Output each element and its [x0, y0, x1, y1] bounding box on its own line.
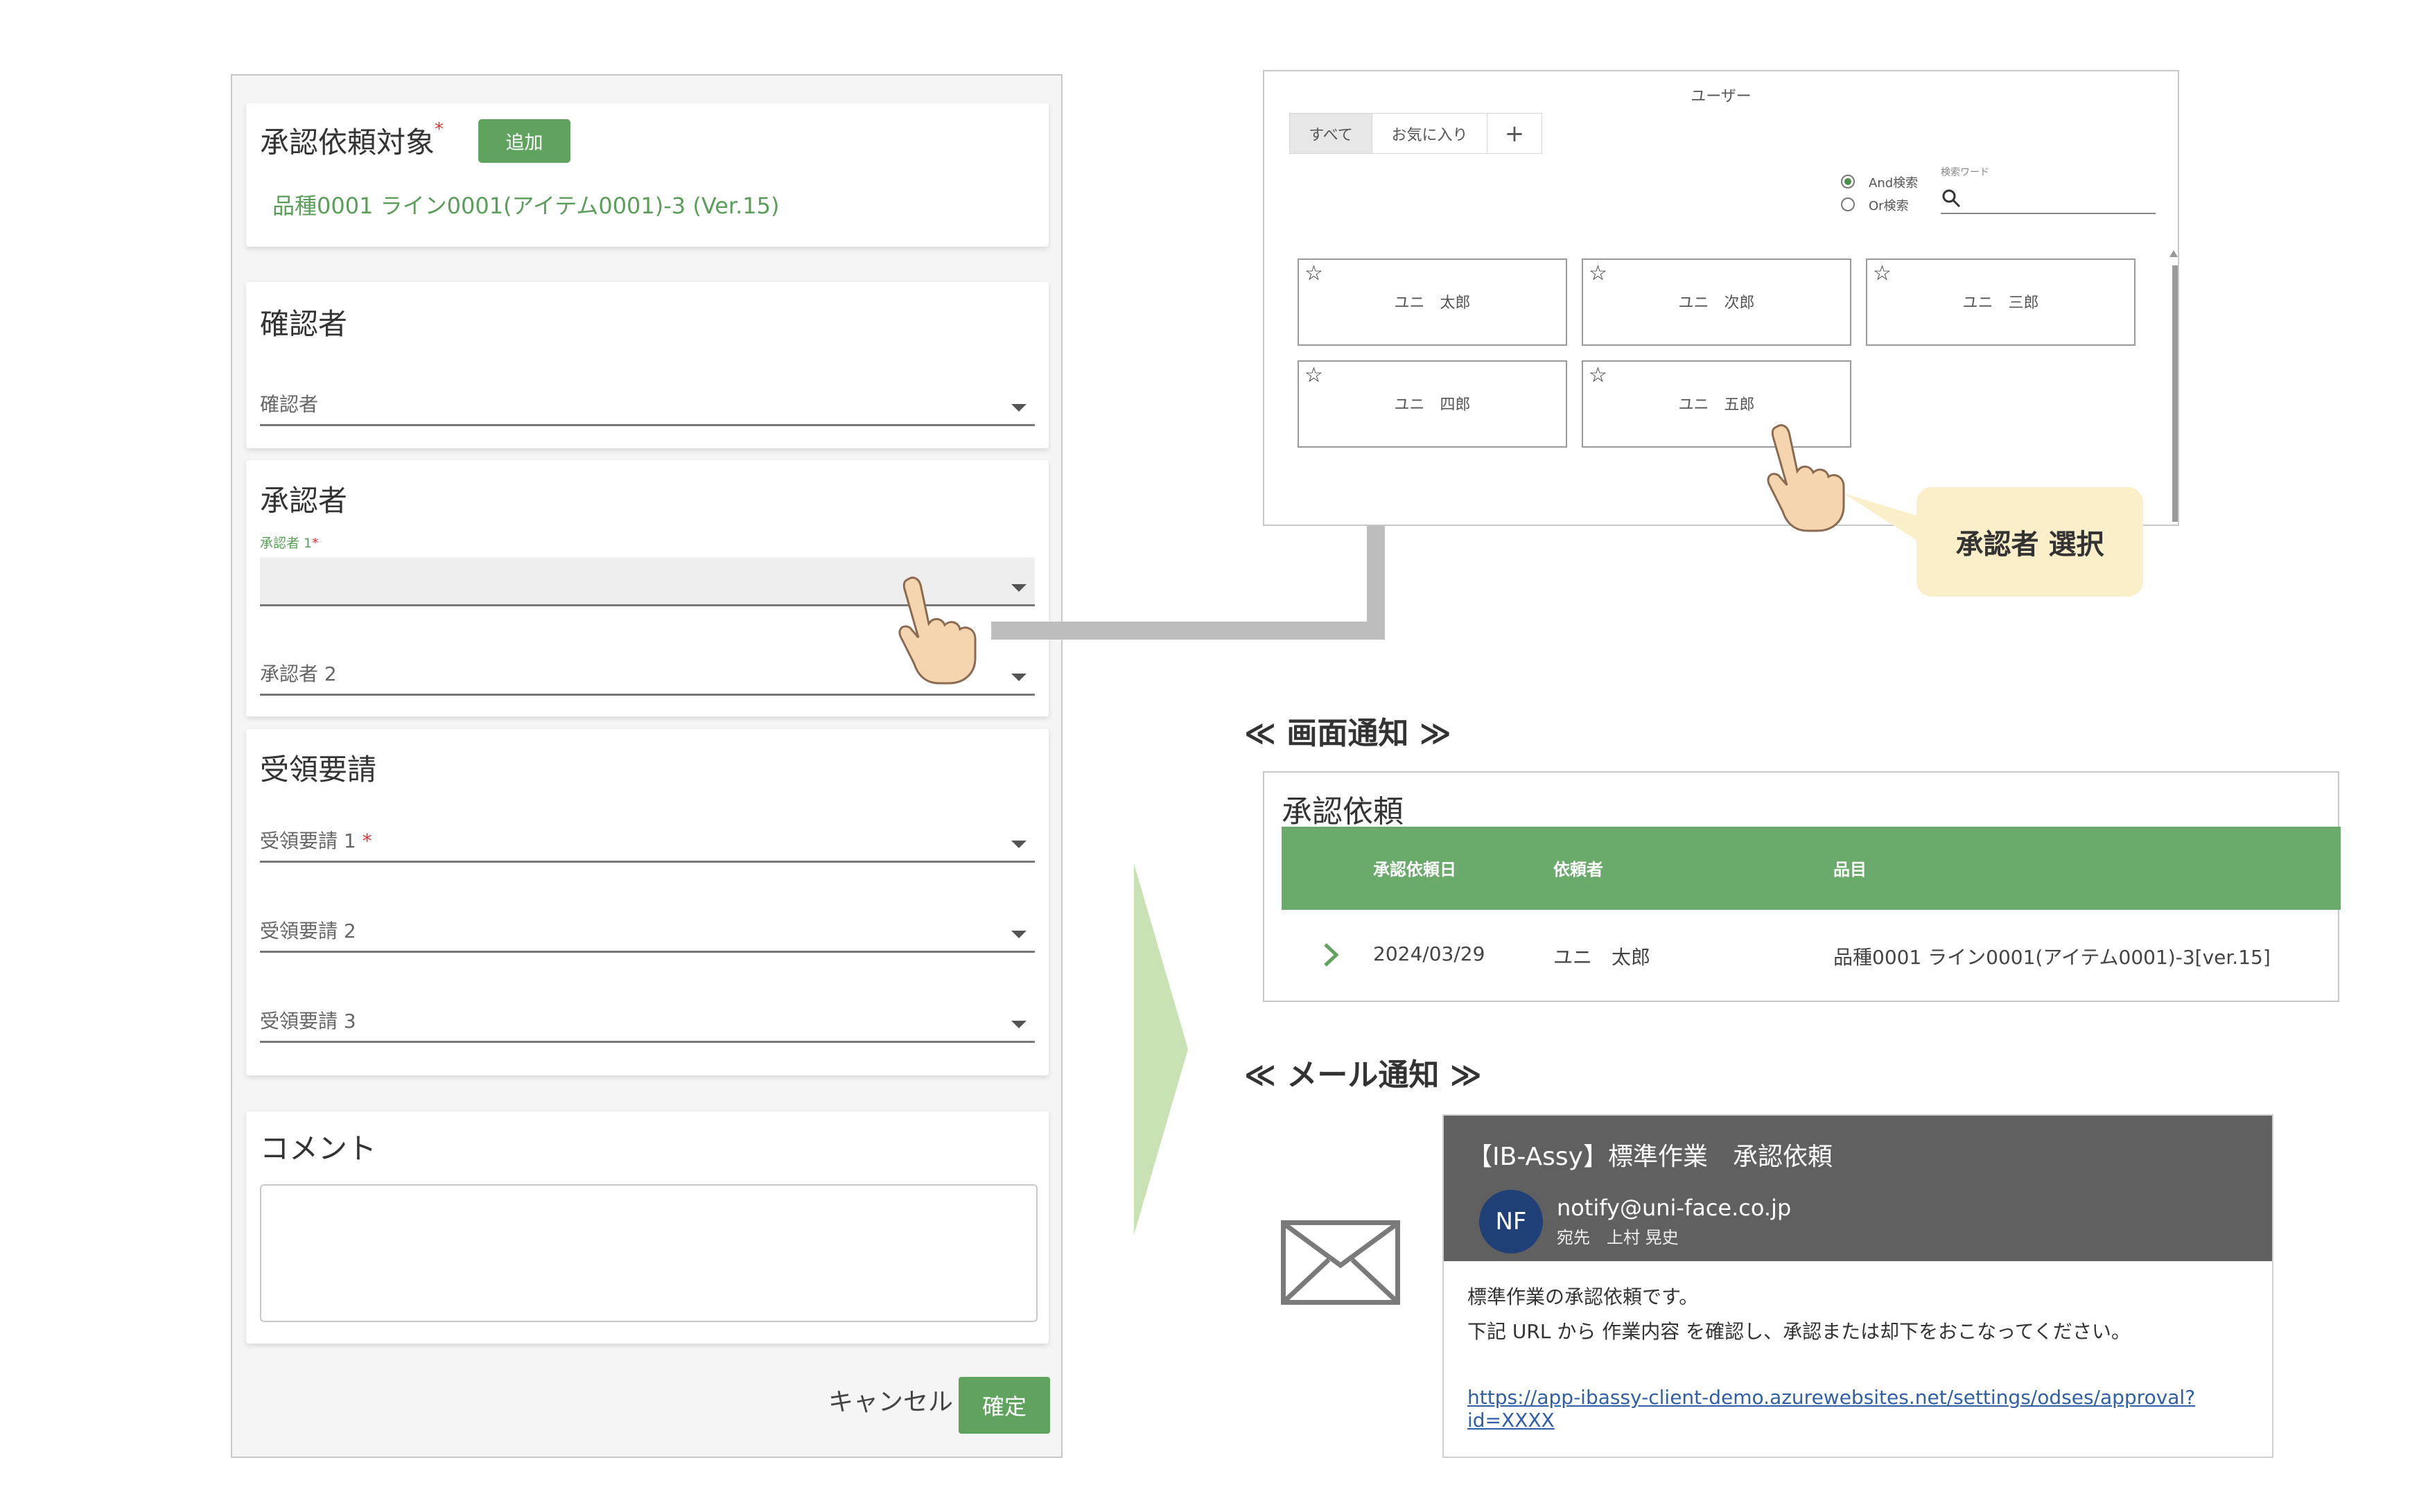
screen-notice-heading: ≪ 画面通知 ≫ [1244, 716, 1451, 751]
search-icon [1942, 189, 1961, 208]
callout-tail [1844, 493, 1925, 546]
user-name: ユニ 次郎 [1678, 295, 1755, 312]
user-name: ユニ 四郎 [1394, 396, 1471, 414]
grid-header: 承認依頼日 依頼者 品目 [1282, 827, 2341, 910]
mail-preview: 【IB-Assy】標準作業 承認依頼 NF notify@uni-face.co… [1442, 1114, 2273, 1458]
user-tabs: すべて お気に入り + [1289, 113, 1542, 154]
user-name: ユニ 三郎 [1962, 295, 2039, 312]
user-card[interactable]: ☆ ユニ 太郎 [1298, 258, 1567, 346]
user-picker-title: ユーザー [1691, 88, 1752, 105]
screen-notice-panel: 承認依頼 承認依頼日 依頼者 品目 2024/03/29 ユニ 太郎 品種000… [1263, 771, 2341, 1002]
star-icon[interactable]: ☆ [1304, 261, 1323, 285]
or-search-label: Or検索 [1869, 199, 1909, 213]
screen-notice-title: 承認依頼 [1282, 794, 1404, 829]
tab-all[interactable]: すべて [1290, 114, 1372, 153]
user-picker-panel: ユーザー すべて お気に入り + And検索 Or検索 検索ワード ☆ ユニ 太… [1263, 70, 2179, 526]
add-tab-button[interactable]: + [1487, 114, 1542, 153]
row-item: 品種0001 ライン0001(アイテム0001)-3[ver.15] [1833, 946, 2271, 969]
flow-triangle [1134, 863, 1188, 1235]
mail-from: notify@uni-face.co.jp [1557, 1195, 1792, 1221]
col-request-date: 承認依頼日 [1373, 860, 1456, 879]
user-card[interactable]: ☆ ユニ 三郎 [1866, 258, 2136, 346]
avatar: NF [1479, 1190, 1543, 1254]
envelope-icon [1281, 1220, 1400, 1305]
mail-subject: 【IB-Assy】標準作業 承認依頼 [1467, 1143, 1833, 1171]
table-row[interactable]: 2024/03/29 ユニ 太郎 品種0001 ライン0001(アイテム0001… [1264, 910, 2338, 1002]
pointing-hand-icon [1767, 424, 1845, 532]
star-icon[interactable]: ☆ [1304, 363, 1323, 387]
col-item: 品目 [1833, 860, 1867, 879]
scrollbar[interactable] [2172, 265, 2178, 522]
chevron-right-icon[interactable] [1320, 941, 1341, 969]
mail-body-line1: 標準作業の承認依頼です。 [1467, 1285, 1699, 1308]
col-requester: 依頼者 [1553, 860, 1603, 879]
and-search-radio[interactable] [1841, 175, 1855, 188]
mail-body-line2: 下記 URL から 作業内容 を確認し、承認または却下をおこなってください。 [1467, 1320, 2131, 1343]
user-name: ユニ 五郎 [1678, 396, 1755, 414]
star-icon[interactable]: ☆ [1873, 261, 1892, 285]
user-card[interactable]: ☆ ユニ 次郎 [1582, 258, 1851, 346]
mail-to: 宛先 上村 晃史 [1557, 1228, 1679, 1247]
search-input[interactable] [1941, 182, 2156, 214]
row-date: 2024/03/29 [1373, 942, 1485, 965]
mail-approval-link[interactable]: https://app-ibassy-client-demo.azurewebs… [1467, 1386, 2272, 1432]
scroll-up-icon[interactable] [2169, 250, 2178, 257]
and-search-label: And検索 [1869, 176, 1919, 191]
search-word-label: 検索ワード [1941, 167, 1989, 178]
mail-notice-heading: ≪ メール通知 ≫ [1244, 1057, 1482, 1093]
user-card[interactable]: ☆ ユニ 四郎 [1298, 360, 1567, 448]
or-search-radio[interactable] [1841, 197, 1855, 211]
star-icon[interactable]: ☆ [1589, 363, 1607, 387]
approver-select-callout: 承認者 選択 [1916, 487, 2143, 597]
star-icon[interactable]: ☆ [1589, 261, 1607, 285]
tab-favorites[interactable]: お気に入り [1372, 114, 1487, 153]
row-requester: ユニ 太郎 [1553, 946, 1651, 969]
mail-header: 【IB-Assy】標準作業 承認依頼 NF notify@uni-face.co… [1444, 1116, 2272, 1261]
pointing-hand-icon [898, 577, 977, 685]
user-name: ユニ 太郎 [1394, 295, 1471, 312]
